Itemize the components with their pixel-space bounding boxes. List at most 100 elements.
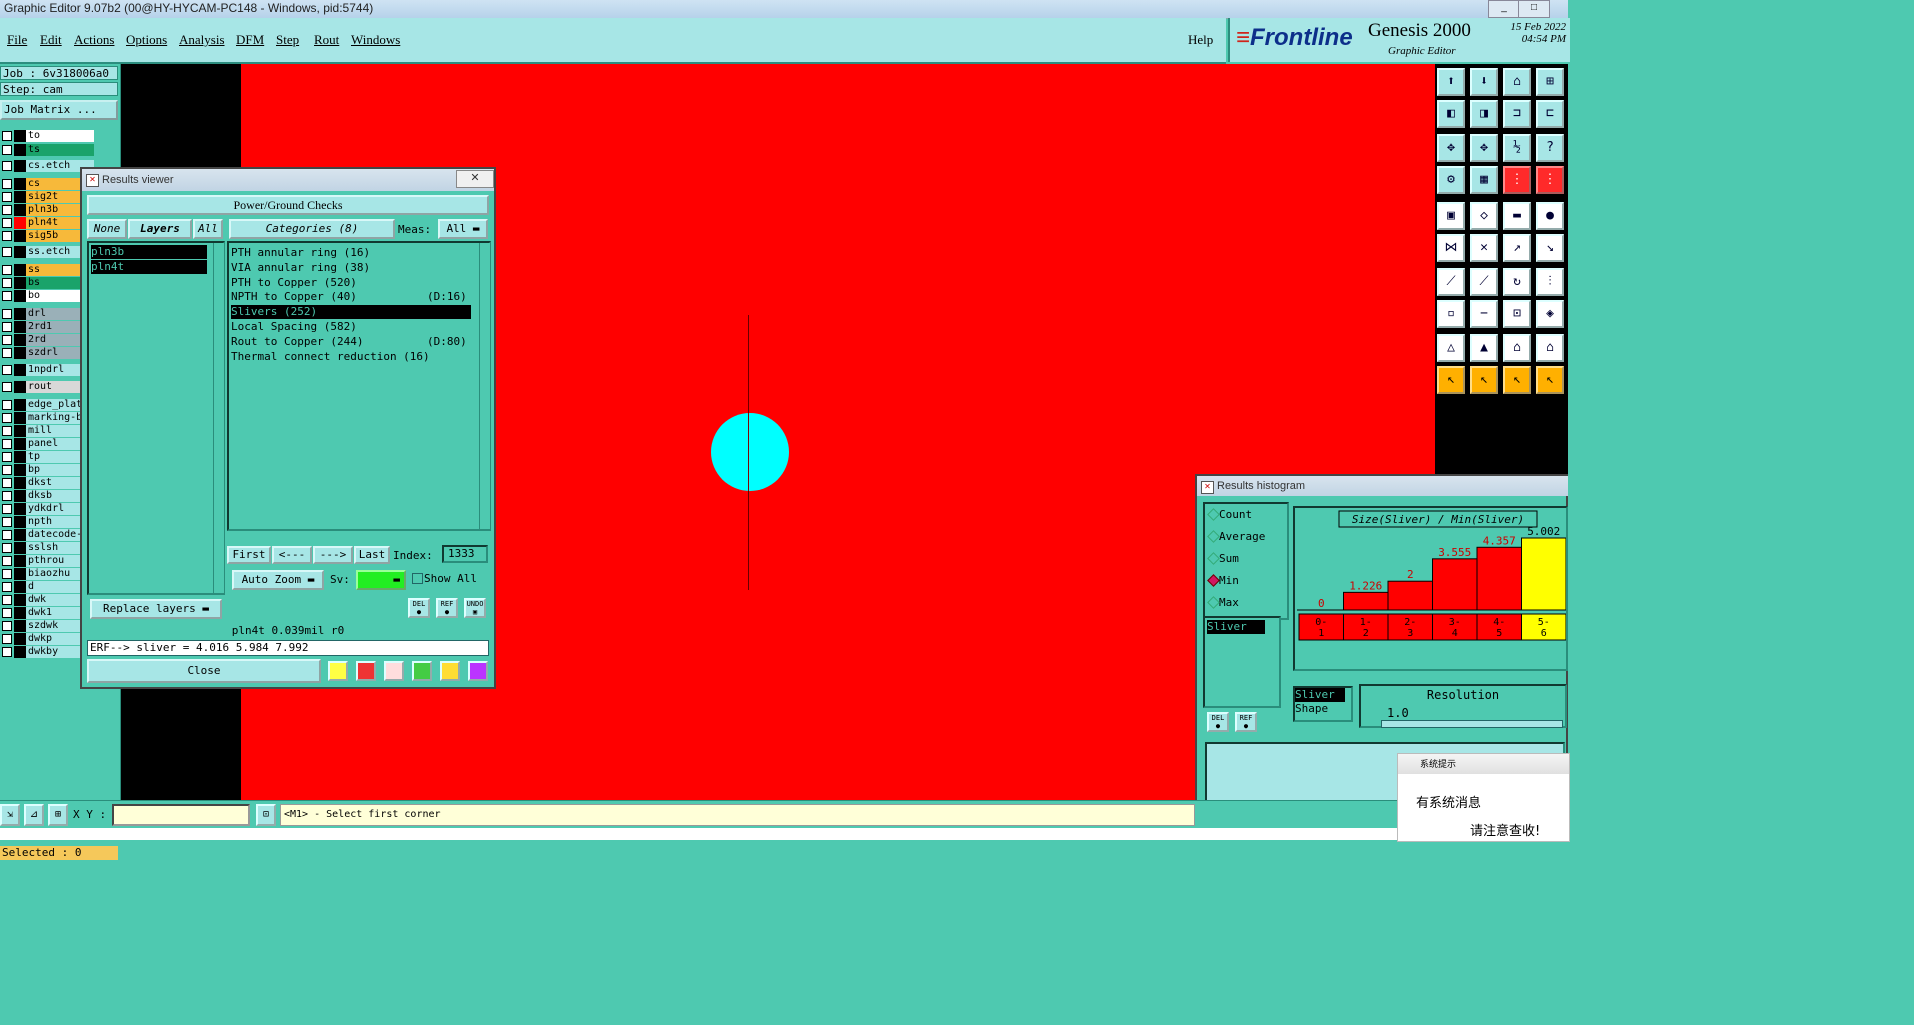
pdf-icon[interactable] [356,661,376,681]
layer-checkbox[interactable] [2,621,12,631]
layer-checkbox[interactable] [2,439,12,449]
tool-button-9-1-icon[interactable]: ↖ [1470,366,1498,394]
layers-list[interactable]: pln3b pln4t [87,241,225,595]
radio-count[interactable]: Count [1207,508,1252,521]
tool-button-7-3-icon[interactable]: ◈ [1536,300,1564,328]
radio-sum[interactable]: Sum [1207,552,1239,565]
menu-help[interactable]: Help [1188,32,1213,48]
tool-button-1-3-icon[interactable]: ⊏ [1536,100,1564,128]
tool-button-9-3-icon[interactable]: ↖ [1536,366,1564,394]
menu-windows[interactable]: Windows [351,32,400,48]
radio-min[interactable]: Min [1207,574,1239,587]
tool-button-9-2-icon[interactable]: ↖ [1503,366,1531,394]
histogram-icon[interactable] [468,661,488,681]
sort-icon[interactable] [412,661,432,681]
layer-checkbox[interactable] [2,309,12,319]
tool-button-5-1-icon[interactable]: ✕ [1470,234,1498,262]
tool-button-8-2-icon[interactable]: ⌂ [1503,334,1531,362]
layer-checkbox[interactable] [2,569,12,579]
tool-button-4-3-icon[interactable]: ● [1536,202,1564,230]
layer-checkbox[interactable] [2,413,12,423]
none-button[interactable]: None [87,219,127,239]
index-input[interactable]: 1333 [442,545,488,563]
layer-checkbox[interactable] [2,478,12,488]
layers-button[interactable]: Layers [128,219,192,239]
radio-average[interactable]: Average [1207,530,1265,543]
report-icon[interactable] [440,661,460,681]
category-item[interactable]: PTH to Copper (520) [231,276,471,290]
histogram-bar[interactable] [1343,591,1389,611]
layer-checkbox[interactable] [2,247,12,257]
category-item[interactable]: Thermal connect reduction (16) [231,350,471,364]
tool-button-3-3-icon[interactable]: ⋮ [1536,166,1564,194]
list-item[interactable]: Sliver [1295,688,1345,702]
ref-icon[interactable]: REF ● [436,598,458,618]
sliver-shape-list[interactable]: Sliver Shape [1293,686,1353,722]
maximize-button[interactable]: □ [1518,0,1550,18]
radio-max[interactable]: Max [1207,596,1239,609]
snap-icon[interactable]: ⊿ [24,804,44,826]
tool-button-3-2-icon[interactable]: ⋮ [1503,166,1531,194]
xls-icon[interactable] [384,661,404,681]
layer-checkbox[interactable] [2,530,12,540]
tool-button-4-2-icon[interactable]: ▬ [1503,202,1531,230]
layer-checkbox[interactable] [2,543,12,553]
tool-button-6-2-icon[interactable]: ↻ [1503,268,1531,296]
list-item[interactable]: pln3b [91,245,207,259]
scrollbar[interactable] [213,243,224,593]
layer-checkbox[interactable] [2,348,12,358]
grid-icon[interactable]: ⊞ [48,804,68,826]
layer-checkbox[interactable] [2,634,12,644]
tool-button-1-1-icon[interactable]: ◨ [1470,100,1498,128]
replace-layers-dropdown[interactable]: Replace layers ▬ [90,599,222,619]
layer-checkbox[interactable] [2,218,12,228]
tool-button-2-1-icon[interactable]: ✥ [1470,134,1498,162]
menu-edit[interactable]: Edit [40,32,62,48]
auto-zoom-dropdown[interactable]: Auto Zoom ▬ [232,570,324,590]
tool-button-8-0-icon[interactable]: △ [1437,334,1465,362]
layer-checkbox[interactable] [2,131,12,141]
tool-button-7-2-icon[interactable]: ⊡ [1503,300,1531,328]
categories-button[interactable]: Categories (8) [229,219,395,239]
layer-checkbox[interactable] [2,426,12,436]
layer-checkbox[interactable] [2,465,12,475]
tool-button-8-1-icon[interactable]: ▲ [1470,334,1498,362]
tool-button-0-1-icon[interactable]: ⬇ [1470,68,1498,96]
tool-button-9-0-icon[interactable]: ↖ [1437,366,1465,394]
tool-button-1-0-icon[interactable]: ◧ [1437,100,1465,128]
layer-checkbox[interactable] [2,582,12,592]
category-item[interactable]: Rout to Copper (244) (D:80) [231,335,471,349]
del-icon[interactable]: DEL ● [408,598,430,618]
list-item[interactable]: Shape [1295,702,1328,716]
layer-checkbox[interactable] [2,382,12,392]
layer-checkbox[interactable] [2,365,12,375]
tool-button-3-1-icon[interactable]: ▦ [1470,166,1498,194]
menu-step[interactable]: Step [276,32,299,48]
layer-checkbox[interactable] [2,504,12,514]
resolution-slider[interactable] [1381,720,1563,728]
layer-row[interactable]: ts [0,144,120,156]
layer-checkbox[interactable] [2,278,12,288]
next-button[interactable]: ---> [313,546,353,564]
tool-button-4-0-icon[interactable]: ▣ [1437,202,1465,230]
tool-button-7-1-icon[interactable]: − [1470,300,1498,328]
tool-button-1-2-icon[interactable]: ⊐ [1503,100,1531,128]
layer-checkbox[interactable] [2,517,12,527]
tool-button-4-1-icon[interactable]: ◇ [1470,202,1498,230]
del-icon[interactable]: DEL ● [1207,712,1229,732]
layer-checkbox[interactable] [2,400,12,410]
tool-button-3-0-icon[interactable]: ⚙ [1437,166,1465,194]
tool-button-0-0-icon[interactable]: ⬆ [1437,68,1465,96]
layer-checkbox[interactable] [2,265,12,275]
layer-checkbox[interactable] [2,322,12,332]
category-item[interactable]: VIA annular ring (38) [231,261,471,275]
ref-icon[interactable]: REF ● [1235,712,1257,732]
list-item[interactable]: Sliver [1207,620,1265,634]
layer-checkbox[interactable] [2,291,12,301]
info-icon[interactable]: ⊡ [256,804,276,826]
tool-button-2-0-icon[interactable]: ✥ [1437,134,1465,162]
select-icon[interactable]: ⇲ [0,804,20,826]
layer-checkbox[interactable] [2,556,12,566]
layer-checkbox[interactable] [2,647,12,657]
menu-rout[interactable]: Rout [314,32,339,48]
